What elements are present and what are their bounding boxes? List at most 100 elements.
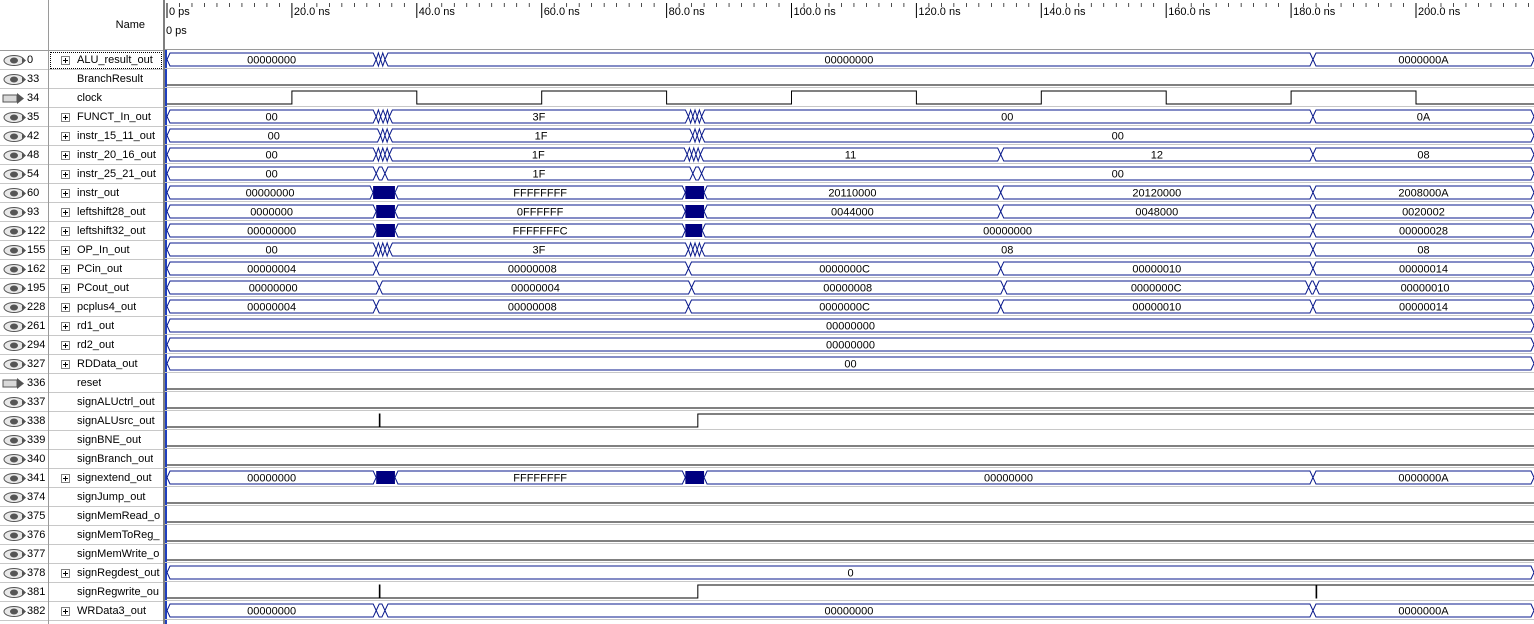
signal-name-cell[interactable]: clock xyxy=(49,89,163,108)
signal-id-cell[interactable]: 122 xyxy=(0,222,48,241)
signal-id-cell[interactable]: 162 xyxy=(0,260,48,279)
signal-name-cell[interactable]: PCout_out xyxy=(49,279,163,298)
signal-id-cell[interactable]: 374 xyxy=(0,488,48,507)
signal-name-cell[interactable]: signextend_out xyxy=(49,469,163,488)
waveform-row[interactable]: 00000000FFFFFFFF000000000000000A00000000 xyxy=(165,470,1534,487)
signal-id-cell[interactable]: 337 xyxy=(0,393,48,412)
signal-name-cell[interactable]: signALUctrl_out xyxy=(49,393,163,412)
signal-name-cell[interactable]: signRegwrite_ou xyxy=(49,583,163,602)
signal-name-cell[interactable]: rd1_out xyxy=(49,317,163,336)
signal-id-cell[interactable]: 48 xyxy=(0,146,48,165)
signal-id-cell[interactable]: 228 xyxy=(0,298,48,317)
waveform-row[interactable]: 00000000FFFFFFFC000000000000002800000000 xyxy=(165,223,1534,240)
signal-name-cell[interactable]: signMemRead_o xyxy=(49,507,163,526)
expand-plus-icon[interactable] xyxy=(61,340,70,350)
waveform-row[interactable]: 001F11120800 xyxy=(165,146,1534,164)
signal-name-cell[interactable]: BranchResult xyxy=(49,70,163,89)
waveform-row[interactable] xyxy=(165,388,1534,392)
signal-name-cell[interactable]: reset xyxy=(49,374,163,393)
waveform-row[interactable]: 0 xyxy=(165,565,1534,582)
signal-name-cell[interactable]: ALU_result_out xyxy=(49,51,163,70)
waveform-row[interactable]: 00000000000000000000000A00000000 xyxy=(165,51,1534,69)
signal-id-cell[interactable]: 339 xyxy=(0,431,48,450)
waveform-row[interactable]: 003F080800 xyxy=(165,241,1534,259)
waveform-row[interactable]: 00 1F 00 xyxy=(165,127,1534,145)
expand-plus-icon[interactable] xyxy=(61,188,70,198)
expand-plus-icon[interactable] xyxy=(61,321,70,331)
expand-plus-icon[interactable] xyxy=(61,568,70,578)
waveform-row[interactable] xyxy=(165,559,1534,563)
waveform-row[interactable] xyxy=(165,540,1534,544)
signal-name-cell[interactable]: instr_20_16_out xyxy=(49,146,163,165)
expand-plus-icon[interactable] xyxy=(61,112,70,122)
waveform-row[interactable]: 00000004 00000008 0000000C 00000010 00000014… xyxy=(165,261,1534,278)
waveform-row[interactable] xyxy=(165,464,1534,468)
signal-name-cell[interactable]: instr_15_11_out xyxy=(49,127,163,146)
signal-id-cell[interactable]: 327 xyxy=(0,355,48,374)
signal-id-cell[interactable]: 340 xyxy=(0,450,48,469)
signal-name-cell[interactable]: signALUsrc_out xyxy=(49,412,163,431)
signal-id-cell[interactable]: 42 xyxy=(0,127,48,146)
signal-name-cell[interactable]: signRegdest_out xyxy=(49,564,163,583)
waveform-row[interactable]: 003F000A00 xyxy=(165,108,1534,126)
signal-id-cell[interactable]: 341 xyxy=(0,469,48,488)
signal-name-cell[interactable]: signJump_out xyxy=(49,488,163,507)
signal-id-cell[interactable]: 34 xyxy=(0,89,48,108)
signal-name-cell[interactable]: RDData_out xyxy=(49,355,163,374)
waveform-row[interactable]: 00000004 00000008 0000000C 00000010 00000014… xyxy=(165,299,1534,316)
expand-plus-icon[interactable] xyxy=(61,473,70,483)
expand-plus-icon[interactable] xyxy=(61,207,70,217)
waveform-canvas[interactable]: 00000000000000000000000A00000000 003F000A… xyxy=(165,50,1534,624)
waveform-row[interactable]: 00 1F 00 xyxy=(165,166,1534,183)
waveform-row[interactable]: 00000000 00000004 00000008 0000000C 00000010… xyxy=(165,280,1534,297)
expand-plus-icon[interactable] xyxy=(61,150,70,160)
signal-id-cell[interactable]: 378 xyxy=(0,564,48,583)
waveform-row[interactable] xyxy=(165,584,1534,601)
signal-name-cell[interactable]: instr_out xyxy=(49,184,163,203)
signal-id-cell[interactable]: 54 xyxy=(0,165,48,184)
waveform-row[interactable] xyxy=(165,90,1534,107)
signal-id-cell[interactable]: 381 xyxy=(0,583,48,602)
signal-name-cell[interactable]: OP_In_out xyxy=(49,241,163,260)
waveform-row[interactable]: 00 xyxy=(165,356,1534,373)
waveform-row[interactable] xyxy=(165,407,1534,411)
signal-id-cell[interactable]: 35 xyxy=(0,108,48,127)
waveform-row[interactable]: 00000000000000000000000A00000000 xyxy=(165,603,1534,620)
expand-plus-icon[interactable] xyxy=(61,245,70,255)
signal-id-cell[interactable]: 294 xyxy=(0,336,48,355)
signal-name-cell[interactable]: instr_25_21_out xyxy=(49,165,163,184)
signal-name-cell[interactable]: FUNCT_In_out xyxy=(49,108,163,127)
waveform-row[interactable]: 00000000FFFFFF00440000048000002000200000… xyxy=(165,204,1534,221)
waveform-row[interactable] xyxy=(165,84,1534,88)
time-ruler[interactable]: 0 ps 20.0 ns 40.0 ns 60.0 ns 80.0 ns 100.0 ns… xyxy=(165,0,1534,50)
signal-name-cell[interactable]: signBNE_out xyxy=(49,431,163,450)
waveform-row[interactable] xyxy=(165,521,1534,525)
signal-name-cell[interactable]: leftshift32_out xyxy=(49,222,163,241)
signal-id-cell[interactable]: 261 xyxy=(0,317,48,336)
signal-id-cell[interactable]: 195 xyxy=(0,279,48,298)
signal-name-cell[interactable]: signMemWrite_o xyxy=(49,545,163,564)
signal-id-cell[interactable]: 336 xyxy=(0,374,48,393)
expand-plus-icon[interactable] xyxy=(61,131,70,141)
expand-plus-icon[interactable] xyxy=(61,359,70,369)
signal-name-cell[interactable]: PCin_out xyxy=(49,260,163,279)
signal-id-cell[interactable]: 0 xyxy=(0,51,48,70)
expand-plus-icon[interactable] xyxy=(61,606,70,616)
signal-name-cell[interactable]: WRData3_out xyxy=(49,602,163,621)
signal-name-cell[interactable]: pcplus4_out xyxy=(49,298,163,317)
waveform-row[interactable]: 00000000 FFFFFFFF 20110000 20120000 2008000A… xyxy=(165,185,1534,202)
signal-name-cell[interactable]: leftshift28_out xyxy=(49,203,163,222)
signal-id-cell[interactable]: 376 xyxy=(0,526,48,545)
signal-name-cell[interactable]: signBranch_out xyxy=(49,450,163,469)
waveform-row[interactable]: 00000000 xyxy=(165,318,1534,335)
signal-id-cell[interactable]: 60 xyxy=(0,184,48,203)
signal-id-cell[interactable]: 382 xyxy=(0,602,48,621)
waveform-row[interactable] xyxy=(165,413,1534,430)
expand-plus-icon[interactable] xyxy=(61,264,70,274)
signal-id-cell[interactable]: 33 xyxy=(0,70,48,89)
name-column-header[interactable]: Name xyxy=(49,0,163,51)
expand-plus-icon[interactable] xyxy=(61,283,70,293)
waveform-area[interactable]: 0 ps 20.0 ns 40.0 ns 60.0 ns 80.0 ns 100.0 ns… xyxy=(165,0,1534,624)
expand-plus-icon[interactable] xyxy=(61,226,70,236)
signal-id-cell[interactable]: 375 xyxy=(0,507,48,526)
